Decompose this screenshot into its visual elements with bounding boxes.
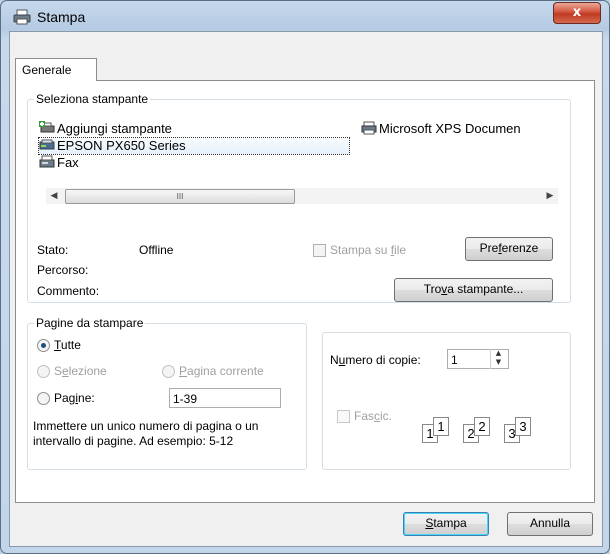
printer-icon — [13, 9, 31, 25]
page-range-group: Pagine da stampare Tutte Selezione Pagin… — [27, 316, 307, 470]
selection-radio[interactable] — [37, 365, 50, 378]
collate-checkbox[interactable] — [337, 410, 350, 423]
collate-page: 2 — [474, 417, 490, 436]
scroll-thumb[interactable]: III — [65, 189, 295, 204]
close-icon: x — [572, 5, 582, 20]
current-page-radio[interactable] — [162, 365, 175, 378]
comment-label: Commento: — [37, 284, 100, 298]
printer-item-label: Fax — [57, 155, 79, 170]
preferences-button[interactable]: Preferenze — [465, 237, 553, 261]
scroll-left-icon[interactable]: ◀ — [46, 188, 62, 204]
dialog-client-area: Generale Seleziona stampante Aggiungi st… — [9, 31, 603, 547]
selection-label: Selezione — [54, 364, 107, 378]
status-value: Offline — [139, 243, 174, 257]
tab-label: Generale — [22, 63, 72, 77]
collate-page: 3 — [515, 417, 531, 436]
all-pages-radio[interactable] — [37, 339, 50, 352]
printer-item-fax[interactable]: Fax — [39, 155, 79, 171]
select-printer-label: Seleziona stampante — [34, 92, 151, 106]
close-button[interactable]: x — [553, 2, 601, 24]
copies-stepper[interactable]: ▲ ▼ — [490, 349, 506, 369]
print-to-file-checkbox[interactable] — [313, 244, 326, 257]
collate-label: Fascic. — [354, 409, 393, 423]
chevron-down-icon[interactable]: ▼ — [491, 358, 506, 367]
pages-input[interactable]: 1-39 — [169, 388, 281, 408]
select-printer-group: Seleziona stampante Aggiungi stampante M… — [27, 92, 571, 303]
printer-item-epson[interactable]: EPSON PX650 Series — [38, 137, 350, 155]
find-printer-button[interactable]: Trova stampante... — [394, 278, 553, 302]
printer-icon — [361, 121, 377, 135]
page-range-label: Pagine da stampare — [34, 316, 146, 330]
printer-item-label: Aggiungi stampante — [57, 121, 172, 136]
print-button[interactable]: Stampa — [403, 512, 489, 536]
collate-page: 1 — [433, 417, 449, 436]
tab-panel-generale: Seleziona stampante Aggiungi stampante M… — [15, 80, 595, 503]
page-range-hint-line1: Immettere un unico numero di pagina o un — [33, 419, 259, 433]
printer-item-xps[interactable]: Microsoft XPS Documen — [361, 121, 521, 137]
scroll-right-icon[interactable]: ▶ — [542, 188, 558, 204]
printer-list[interactable]: Aggiungi stampante Microsoft XPS Documen — [37, 113, 558, 218]
current-page-label: Pagina corrente — [179, 364, 264, 378]
cancel-button[interactable]: Annulla — [507, 512, 593, 536]
fax-icon — [39, 155, 55, 168]
all-pages-label: Tutte — [54, 338, 81, 352]
printer-item-label: EPSON PX650 Series — [57, 138, 186, 153]
status-label: Stato: — [37, 243, 69, 257]
printer-list-scrollbar[interactable]: ◀ III ▶ — [46, 188, 558, 204]
copies-group: Numero di copie: 1 ▲ ▼ Fascic. 1 1 2 2 3… — [322, 332, 571, 470]
print-dialog: Stampa x Generale Seleziona stampante Ag… — [0, 0, 610, 554]
print-to-file-label: Stampa su file — [330, 243, 407, 257]
path-label: Percorso: — [37, 263, 89, 277]
add-printer-icon — [39, 121, 55, 133]
page-range-hint-line2: intervallo di pagine. Ad esempio: 5-12 — [33, 434, 234, 448]
printer-item-label: Microsoft XPS Documen — [379, 121, 521, 136]
title-bar[interactable]: Stampa x — [1, 1, 609, 31]
pages-label: Pagine: — [54, 391, 95, 405]
printer-item-add[interactable]: Aggiungi stampante — [39, 121, 172, 137]
chevron-up-icon[interactable]: ▲ — [491, 349, 506, 358]
epson-printer-icon — [39, 139, 55, 150]
pages-radio[interactable] — [37, 392, 50, 405]
copies-label: Numero di copie: — [330, 353, 421, 367]
window-title: Stampa — [37, 9, 86, 25]
tab-generale[interactable]: Generale — [15, 58, 97, 81]
